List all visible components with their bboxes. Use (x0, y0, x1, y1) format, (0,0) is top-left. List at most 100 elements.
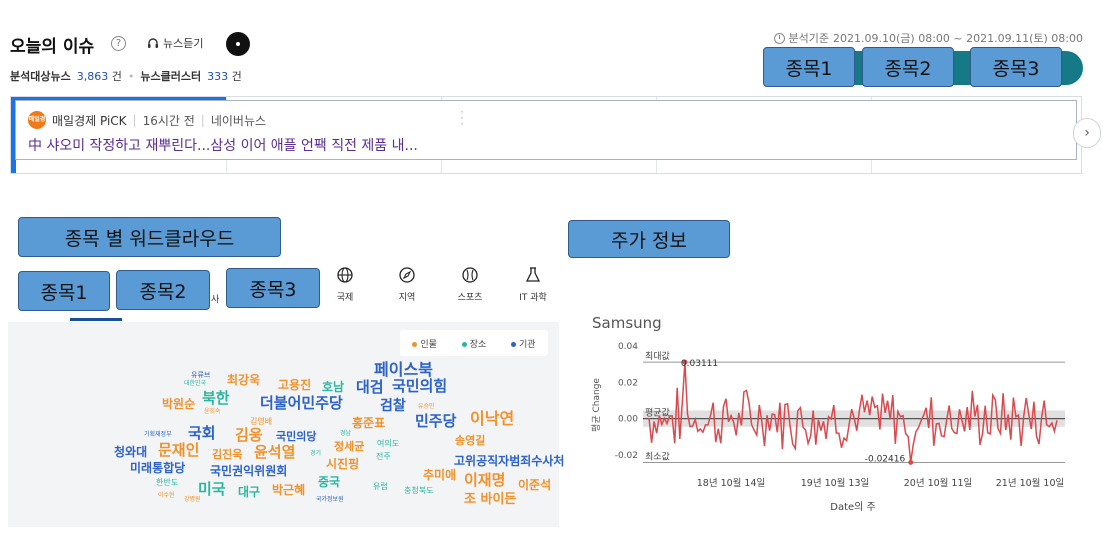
x-tick-label: 20년 10월 11일 (904, 477, 973, 489)
wordcloud-word[interactable]: 여의도 (377, 440, 399, 448)
headphone-icon (148, 38, 158, 48)
reference-label: 평균값 (645, 407, 670, 419)
stock-tab-1[interactable]: 종목1 (763, 47, 855, 87)
wordcloud-word[interactable]: 호남 (322, 381, 344, 393)
stock-tab-2[interactable]: 종목2 (862, 47, 954, 87)
wordcloud-word[interactable]: 대구 (238, 486, 260, 498)
analysis-range: 2021.09.10(금) 08:00 ~ 2021.09.11(토) 08:0… (833, 32, 1083, 45)
next-arrow-button[interactable]: › (1073, 118, 1101, 148)
reference-label: 최대값 (645, 350, 670, 362)
category-society-partial: 사 (211, 295, 220, 305)
wordcloud-word[interactable]: 기획재정부 (144, 432, 172, 438)
wordcloud-word[interactable]: 중국 (318, 476, 340, 488)
news-card[interactable]: 매일경제 매일경제 PiCK | 16시간 전 | 네이버뉴스 · · · 中 샤오… (15, 100, 1077, 160)
news-stats: 분석대상뉴스 3,863 건 • 뉴스클러스터 333 건 (10, 68, 242, 84)
wordcloud-panel: 인물 장소 기관 페이스북최강욱 고용진 호남 대검 국민의힘 유류브대한민국박원순 북한 더불어… (8, 322, 564, 527)
wordcloud-word[interactable]: 유럽 (373, 483, 388, 491)
wordcloud-word[interactable]: 윤희숙 (204, 409, 221, 415)
stock-tab-3[interactable]: 종목3 (970, 47, 1062, 87)
x-tick-label: 19년 10월 13일 (801, 477, 870, 489)
legend-dot (511, 341, 517, 347)
wordcloud-word[interactable]: 송영길 (455, 435, 485, 446)
wordcloud-word[interactable]: 고용진 (278, 379, 311, 391)
divider: | (132, 113, 137, 127)
wordcloud-word[interactable]: 경기 (310, 451, 321, 457)
wordcloud-word[interactable]: 페이스북 (374, 362, 433, 378)
more-options-icon[interactable]: · · · (460, 106, 464, 130)
wordcloud-word[interactable]: 이수현 (158, 493, 175, 499)
wordcloud-word[interactable]: 유승민 (418, 404, 435, 410)
wordcloud-word[interactable]: 이재명 (464, 473, 505, 488)
wordcloud-word[interactable]: 이낙연 (470, 411, 514, 427)
wordcloud-word[interactable]: 유류브 (191, 372, 210, 379)
wordcloud-word[interactable]: 국민의당 (276, 431, 316, 442)
wordcloud-word[interactable]: 더불어민주당 (260, 396, 343, 411)
wordcloud-word[interactable]: 북한 (202, 391, 230, 406)
category-region[interactable]: 지역 (382, 266, 432, 303)
y-tick-label: -0.02 (615, 451, 638, 461)
listen-news-button[interactable]: 뉴스듣기 (147, 35, 203, 51)
analysis-label: 분석기준 (788, 32, 830, 45)
wordcloud-tab-1[interactable]: 종목1 (18, 271, 110, 311)
category-it-science[interactable]: IT 과학 (508, 266, 558, 303)
wordcloud-word[interactable]: 추미애 (423, 469, 456, 481)
wordcloud-word[interactable]: 강병원 (184, 497, 201, 503)
wordcloud-word[interactable]: 최강욱 (227, 374, 260, 386)
y-axis-label: 평균 Change (591, 378, 602, 432)
cluster-count-label: 뉴스클러스터 (140, 70, 202, 83)
wordcloud-word[interactable]: 윤석열 (254, 445, 295, 460)
wordcloud-word[interactable]: 박근혜 (272, 484, 305, 496)
press-name: 매일경제 PiCK (52, 113, 127, 128)
wordcloud-tab-2[interactable]: 종목2 (116, 270, 210, 310)
wordcloud-word[interactable]: 정세균 (334, 441, 364, 452)
clock-icon (773, 32, 785, 44)
category-world[interactable]: 국제 (320, 266, 370, 303)
legend-item: 기관 (511, 337, 536, 350)
wordcloud-word[interactable]: 한반도 (156, 479, 178, 487)
category-label: 스포츠 (457, 293, 483, 303)
wordcloud-word[interactable]: 홍준표 (352, 417, 385, 429)
wordcloud-word[interactable]: 김영배 (250, 418, 272, 426)
wordcloud-word[interactable]: 김웅 (235, 428, 263, 443)
wordcloud-word[interactable]: 고위공직자범죄수사처 (454, 455, 564, 467)
category-label: 지역 (398, 293, 416, 303)
wordcloud-word[interactable]: 박원순 (162, 398, 195, 410)
wordcloud-word[interactable]: 이준석 (518, 479, 551, 491)
wordcloud-word[interactable]: 시진핑 (326, 458, 359, 470)
news-count-label: 분석대상뉴스 (10, 70, 71, 83)
wordcloud-word[interactable]: 대검 (356, 380, 384, 395)
news-source: 네이버뉴스 (210, 113, 267, 128)
legend-item: 인물 (412, 337, 437, 350)
legend-dot (412, 341, 418, 347)
wordcloud-word[interactable]: 전주 (376, 453, 391, 461)
wordcloud-word[interactable]: 국민권익위원회 (210, 465, 287, 477)
wordcloud-word[interactable]: 조 바이든 (464, 493, 516, 506)
wordcloud-word[interactable]: 국민의힘 (392, 379, 447, 394)
wordcloud-word[interactable]: 미래통합당 (130, 462, 185, 474)
divider: | (200, 113, 205, 127)
cluster-unit: 건 (231, 70, 242, 83)
wordcloud-legend: 인물 장소 기관 (400, 330, 548, 356)
question-circle-icon[interactable]: ? (111, 36, 126, 51)
tab-active-underline (70, 318, 122, 321)
wordcloud-word[interactable]: 검찰 (380, 399, 406, 413)
category-sports[interactable]: 스포츠 (445, 266, 495, 303)
wordcloud-word[interactable]: 민주당 (415, 414, 456, 429)
wordcloud-word[interactable]: 김진욱 (212, 449, 242, 460)
news-headline[interactable]: 中 샤오미 작정하고 재뿌린다...삼성 이어 애플 언팩 직전 제품 내... (28, 135, 418, 155)
wordcloud-word[interactable]: 국가정보원 (316, 497, 344, 503)
wordcloud-word[interactable]: 충청북도 (404, 487, 433, 495)
y-tick-label: 0.02 (618, 378, 638, 388)
wordcloud-word[interactable]: 국회 (188, 426, 216, 441)
flask-icon (508, 266, 558, 290)
play-button[interactable] (226, 32, 250, 56)
news-count: 3,863 (76, 70, 109, 83)
max-value-label: 0.03111 (681, 359, 718, 369)
wordcloud-word[interactable]: 미국 (198, 482, 226, 497)
wordcloud-word[interactable]: 대한민국 (184, 381, 206, 387)
wordcloud-word[interactable]: 경남 (340, 431, 351, 437)
wordcloud-word[interactable]: 청와대 (114, 446, 147, 458)
wordcloud-word[interactable]: 문재인 (158, 443, 199, 458)
legend-label: 장소 (469, 339, 487, 350)
wordcloud-tab-3[interactable]: 종목3 (226, 268, 320, 308)
